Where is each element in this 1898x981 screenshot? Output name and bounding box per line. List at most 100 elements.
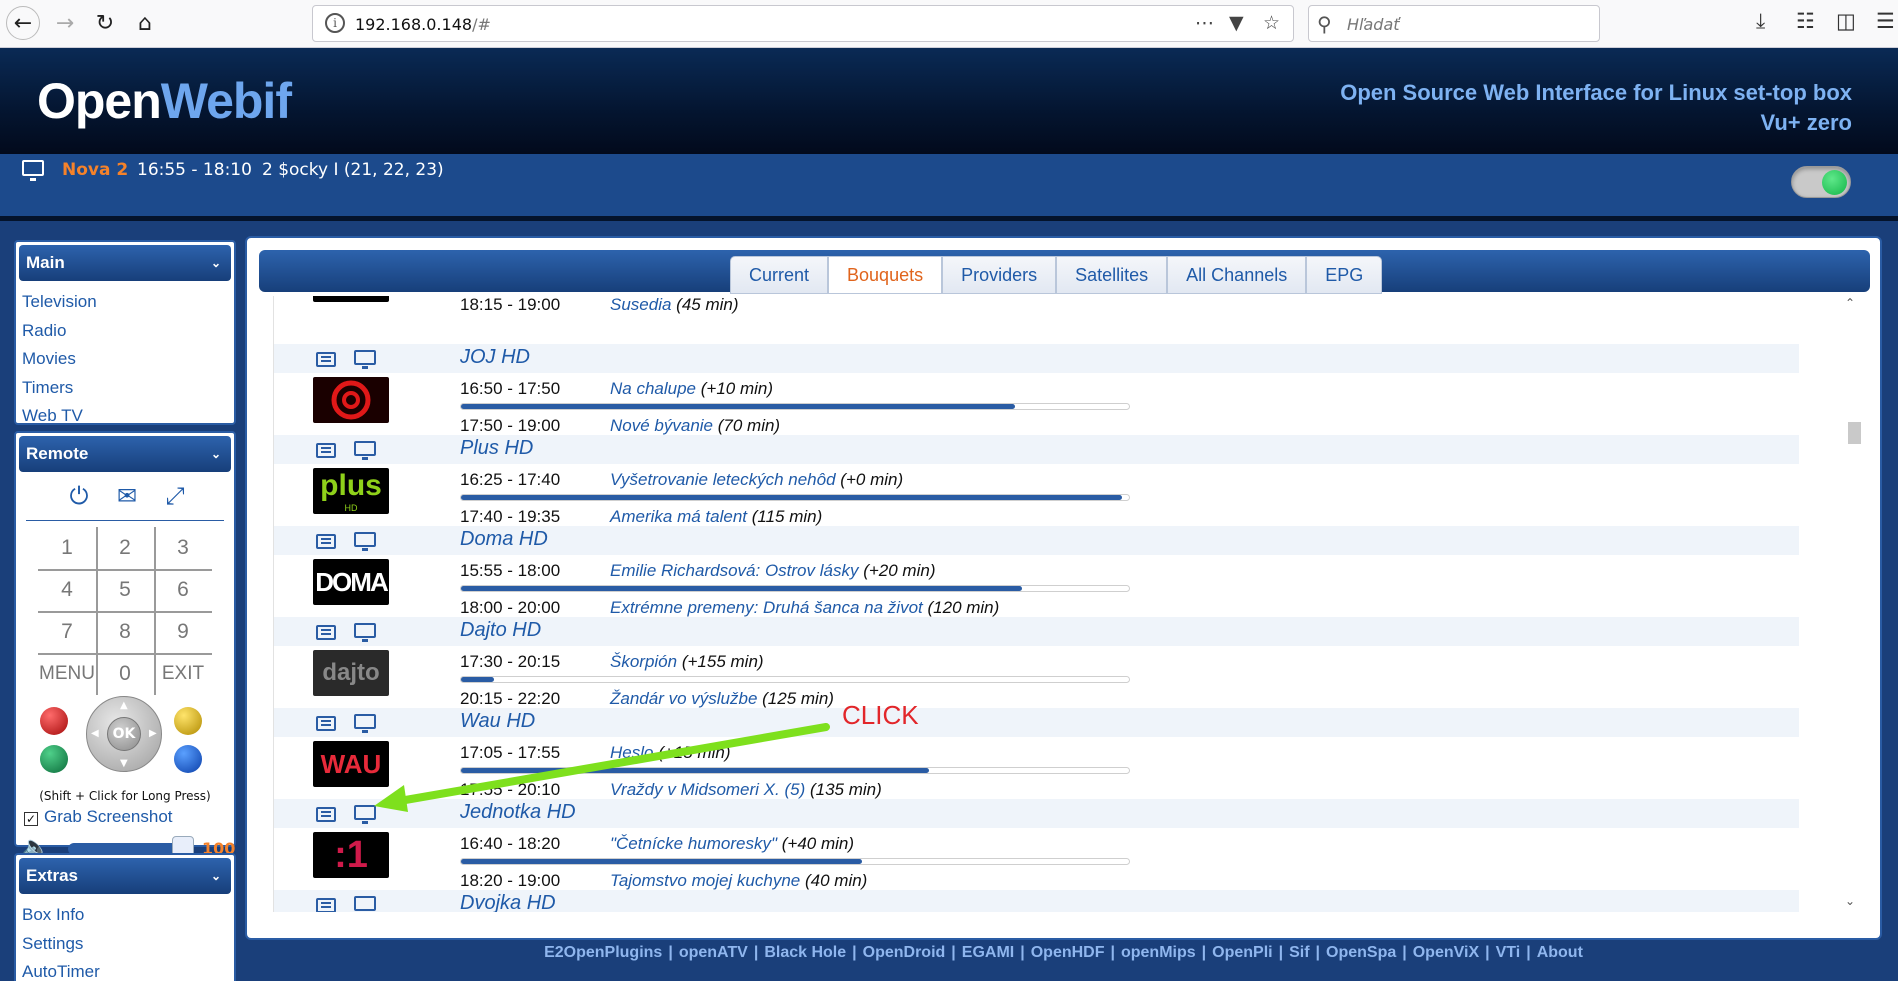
scroll-thumb[interactable]	[1848, 422, 1861, 444]
green-button[interactable]	[40, 745, 68, 773]
channel-name[interactable]: Dvojka HD	[460, 892, 556, 912]
key-3[interactable]: 3	[154, 527, 212, 569]
tab-current[interactable]: Current	[730, 256, 829, 294]
key-8[interactable]: 8	[96, 611, 154, 653]
url-text[interactable]: 192.168.0.148/#	[355, 15, 491, 34]
footer-link-openspa[interactable]: OpenSpa	[1326, 944, 1396, 961]
extras-item-autotimer[interactable]: AutoTimer	[22, 958, 228, 981]
remote-header[interactable]: Remote ⌄	[19, 436, 231, 472]
key-5[interactable]: 5	[96, 569, 154, 611]
event-title[interactable]: "Četnícke humoresky"	[610, 834, 777, 853]
event-title[interactable]: Amerika má talent	[610, 507, 747, 526]
event-title[interactable]: Vraždy v Midsomeri X. (5)	[610, 780, 805, 799]
scroll-down-icon[interactable]: ⌄	[1845, 894, 1855, 908]
key-2[interactable]: 2	[96, 527, 154, 569]
key-1[interactable]: 1	[38, 527, 96, 569]
tab-satellites[interactable]: Satellites	[1056, 256, 1168, 294]
sidebar-item-radio[interactable]: Radio	[22, 317, 228, 346]
event-title[interactable]: Škorpión	[610, 652, 677, 671]
sidebar-item-timers[interactable]: Timers	[22, 374, 228, 403]
footer-link-egami[interactable]: EGAMI	[962, 944, 1014, 961]
footer-link-openhdf[interactable]: OpenHDF	[1031, 944, 1105, 961]
home-icon[interactable]: ⌂	[128, 6, 162, 40]
sidebar-icon[interactable]: ◫	[1836, 9, 1856, 33]
event-title[interactable]: Heslo	[610, 743, 653, 762]
key-0[interactable]: 0	[96, 653, 154, 695]
footer-link-openmips[interactable]: openMips	[1121, 944, 1196, 961]
footer-link-openvix[interactable]: OpenViX	[1413, 944, 1479, 961]
key-menu[interactable]: MENU	[38, 653, 96, 695]
forward-icon[interactable]: →	[48, 6, 82, 40]
event-title[interactable]: Vyšetrovanie leteckých nehôd	[610, 470, 836, 489]
zap-tv-icon[interactable]	[354, 441, 376, 460]
tab-providers[interactable]: Providers	[942, 256, 1057, 294]
openwebif-logo[interactable]: OpenWebif	[37, 72, 292, 130]
channel-name[interactable]: Jednotka HD	[460, 801, 576, 824]
arrow-down-icon[interactable]: ▼	[120, 758, 128, 769]
star-icon[interactable]: ☆	[1263, 12, 1280, 34]
extras-item-box-info[interactable]: Box Info	[22, 901, 228, 930]
current-channel[interactable]: Nova 2	[62, 160, 128, 180]
chevron-down-icon[interactable]: ⌄	[211, 436, 221, 472]
epg-list-icon[interactable]	[316, 716, 336, 731]
zap-tv-icon[interactable]	[354, 805, 376, 824]
footer-link-openatv[interactable]: openATV	[679, 944, 748, 961]
direction-pad[interactable]: ▲ ▼ ◀ ▶ OK	[86, 696, 162, 772]
theme-toggle[interactable]	[1791, 166, 1851, 198]
message-icon[interactable]: ✉	[114, 483, 140, 509]
extras-header[interactable]: Extras ⌄	[19, 858, 231, 894]
checkbox[interactable]: ✓	[24, 812, 38, 826]
epg-list-icon[interactable]	[316, 443, 336, 458]
footer-link-openpli[interactable]: OpenPli	[1212, 944, 1272, 961]
epg-list-icon[interactable]	[316, 625, 336, 640]
event-title[interactable]: Nové bývanie	[610, 416, 713, 435]
info-icon[interactable]: i	[325, 13, 345, 33]
tv-icon[interactable]	[22, 160, 44, 181]
library-icon[interactable]: ☷	[1796, 9, 1815, 33]
footer-link-about[interactable]: About	[1537, 944, 1583, 961]
key-6[interactable]: 6	[154, 569, 212, 611]
channel-name[interactable]: Plus HD	[460, 437, 533, 460]
epg-list-icon[interactable]	[316, 898, 336, 912]
footer-link-opendroid[interactable]: OpenDroid	[863, 944, 946, 961]
address-bar[interactable]: i 192.168.0.148/# ⋯ ▼ ☆	[312, 5, 1294, 42]
zap-tv-icon[interactable]	[354, 714, 376, 733]
menu-icon[interactable]: ☰	[1876, 9, 1895, 33]
key-4[interactable]: 4	[38, 569, 96, 611]
channel-name[interactable]: Dajto HD	[460, 619, 541, 642]
fullscreen-icon[interactable]: ⤢	[162, 483, 188, 509]
tab-all-channels[interactable]: All Channels	[1167, 256, 1307, 294]
footer-link-e2openplugins[interactable]: E2OpenPlugins	[544, 944, 662, 961]
power-icon[interactable]: ⏻	[66, 483, 92, 509]
sidebar-item-movies[interactable]: Movies	[22, 345, 228, 374]
channel-name[interactable]: JOJ HD	[460, 346, 530, 369]
red-button[interactable]	[40, 707, 68, 735]
arrow-up-icon[interactable]: ▲	[120, 700, 128, 711]
zap-tv-icon[interactable]	[354, 532, 376, 551]
key-exit[interactable]: EXIT	[154, 653, 212, 695]
event-title[interactable]: Extrémne premeny: Druhá šanca na život	[610, 598, 923, 617]
epg-list-icon[interactable]	[316, 534, 336, 549]
sidebar-item-television[interactable]: Television	[22, 288, 228, 317]
download-icon[interactable]: ⤓	[1756, 9, 1765, 34]
zap-tv-icon[interactable]	[354, 896, 376, 911]
tab-bouquets[interactable]: Bouquets	[828, 256, 943, 294]
zap-tv-icon[interactable]	[354, 623, 376, 642]
footer-link-black-hole[interactable]: Black Hole	[764, 944, 846, 961]
tab-epg[interactable]: EPG	[1306, 256, 1383, 294]
zap-tv-icon[interactable]	[354, 350, 376, 369]
channel-name[interactable]: Doma HD	[460, 528, 548, 551]
key-9[interactable]: 9	[154, 611, 212, 653]
event-title[interactable]: Žandár vo výslužbe	[610, 689, 757, 708]
epg-list-icon[interactable]	[316, 352, 336, 367]
pocket-icon[interactable]: ▼	[1229, 12, 1244, 34]
current-program[interactable]: 2 $ocky I (21, 22, 23)	[262, 160, 444, 180]
scrollbar[interactable]: ⌃ ⌄	[1843, 296, 1863, 912]
back-icon[interactable]: ←	[6, 6, 40, 40]
event-title[interactable]: Tajomstvo mojej kuchyne	[610, 871, 800, 890]
more-icon[interactable]: ⋯	[1195, 12, 1214, 34]
epg-list-icon[interactable]	[316, 807, 336, 822]
extras-item-settings[interactable]: Settings	[22, 930, 228, 959]
footer-link-vti[interactable]: VTi	[1496, 944, 1521, 961]
arrow-left-icon[interactable]: ◀	[91, 728, 99, 739]
